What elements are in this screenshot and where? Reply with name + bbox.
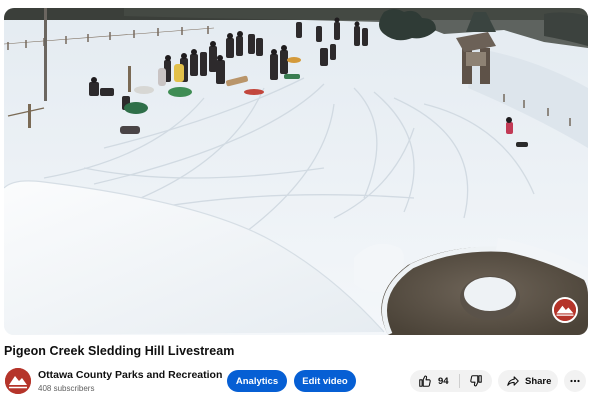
like-count: 94	[438, 375, 449, 387]
channel-name[interactable]: Ottawa County Parks and Recreation	[38, 369, 222, 381]
more-actions-button[interactable]	[564, 370, 586, 392]
subscriber-count: 408 subscribers	[38, 384, 95, 393]
video-title: Pigeon Creek Sledding Hill Livestream	[4, 344, 235, 358]
more-horizontal-icon	[570, 379, 580, 383]
video-info-row: Ottawa County Parks and Recreation 408 s…	[4, 366, 588, 396]
thumbs-down-icon	[470, 375, 482, 387]
thumbs-up-icon	[419, 375, 431, 387]
share-arrow-icon	[507, 376, 519, 386]
channel-logo-icon	[5, 368, 31, 394]
analytics-button[interactable]: Analytics	[227, 370, 287, 392]
like-dislike-group: 94	[410, 370, 492, 392]
like-button[interactable]: 94	[410, 370, 459, 392]
share-label: Share	[525, 375, 552, 387]
video-frame-snow-hill	[4, 8, 588, 335]
video-player[interactable]	[4, 8, 588, 335]
edit-video-button[interactable]: Edit video	[294, 370, 356, 392]
channel-avatar[interactable]	[5, 368, 31, 394]
share-button[interactable]: Share	[498, 370, 558, 392]
channel-watermark-icon[interactable]	[552, 297, 578, 323]
dislike-button[interactable]	[460, 370, 492, 392]
